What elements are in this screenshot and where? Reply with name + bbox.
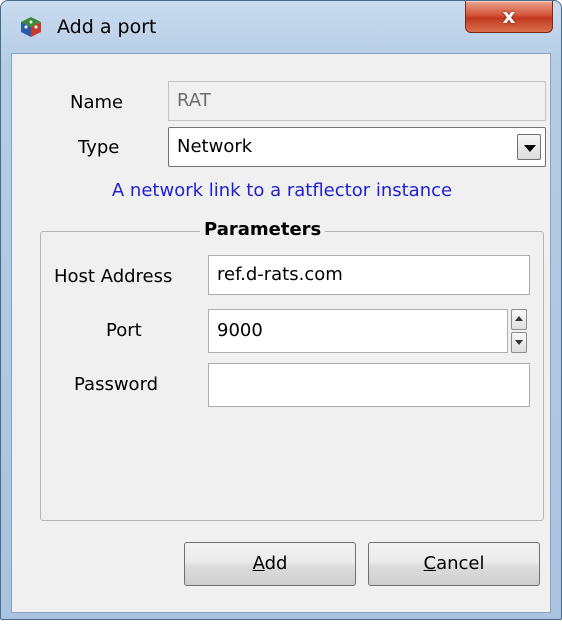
cancel-button[interactable]: Cancel (368, 542, 540, 586)
parameters-title: Parameters (200, 219, 326, 240)
add-mnemonic: A (252, 553, 265, 574)
close-button[interactable]: x (465, 1, 553, 33)
chevron-down-icon (524, 145, 536, 152)
host-address-input[interactable]: ref.d-rats.com (208, 255, 530, 295)
title-bar[interactable]: Add a port x (1, 1, 561, 53)
name-field: RAT (168, 81, 546, 121)
name-value: RAT (177, 90, 211, 111)
dialog-body: Name RAT Type Network A network link to … (11, 53, 551, 613)
type-description: A network link to a ratflector instance (111, 180, 453, 201)
window-title: Add a port (57, 16, 157, 38)
arrow-down-icon (515, 340, 523, 345)
host-address-label: Host Address (54, 266, 173, 287)
port-increment-button[interactable] (511, 309, 527, 330)
port-value: 9000 (217, 320, 263, 341)
app-icon (21, 17, 41, 37)
port-spinner[interactable] (511, 309, 527, 353)
port-input[interactable]: 9000 (208, 309, 508, 353)
port-decrement-button[interactable] (511, 332, 527, 353)
password-label: Password (74, 374, 159, 395)
type-label: Type (78, 137, 120, 158)
port-label: Port (106, 320, 142, 341)
add-port-dialog: Add a port x Name RAT Type Network A net… (0, 0, 562, 620)
cancel-mnemonic: C (423, 553, 437, 574)
type-select[interactable]: Network (168, 127, 546, 167)
cancel-label: ancel (436, 553, 485, 574)
arrow-up-icon (515, 316, 523, 321)
type-dropdown-button[interactable] (517, 134, 541, 160)
close-icon: x (502, 4, 516, 28)
add-button[interactable]: Add (184, 542, 356, 586)
host-address-value: ref.d-rats.com (217, 264, 343, 285)
add-label: dd (264, 553, 288, 574)
type-selected-value: Network (177, 136, 253, 157)
password-input[interactable] (208, 363, 530, 407)
name-label: Name (70, 92, 124, 113)
